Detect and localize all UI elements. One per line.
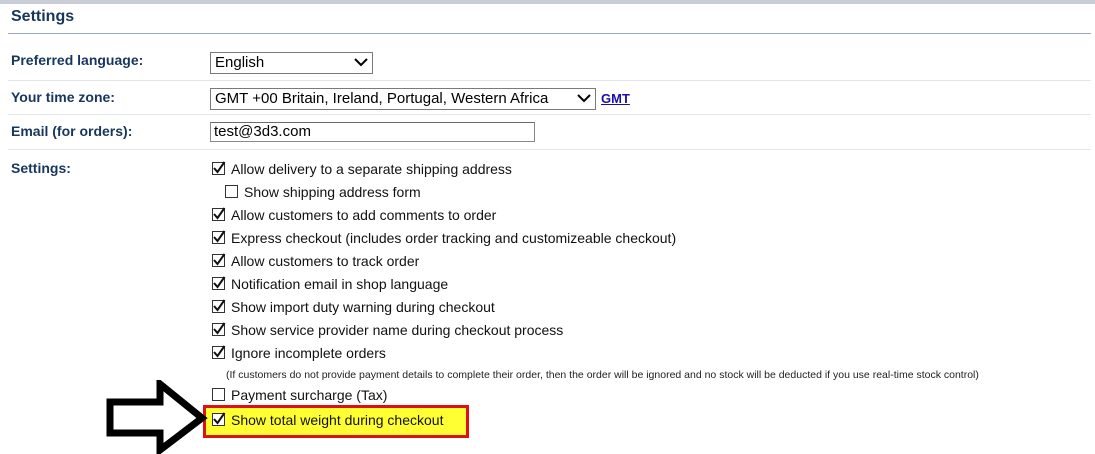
language-value: English — [215, 54, 265, 71]
checkmark-icon — [213, 299, 226, 312]
row-divider — [8, 149, 1091, 150]
chevron-down-icon — [577, 94, 591, 103]
right-arrow-icon — [106, 380, 208, 454]
checkbox[interactable] — [212, 388, 225, 401]
setting-option-label: Show shipping address form — [244, 184, 421, 200]
checkbox[interactable] — [212, 412, 226, 426]
title-divider — [8, 33, 1091, 34]
email-label: Email (for orders): — [11, 123, 133, 139]
checkmark-icon — [213, 345, 226, 358]
checkmark-icon — [213, 276, 226, 289]
email-field[interactable]: test@3d3.com — [210, 122, 535, 142]
setting-option-label: Allow customers to track order — [231, 253, 420, 269]
settings-label: Settings: — [11, 160, 71, 176]
timezone-label: Your time zone: — [11, 89, 115, 105]
chevron-down-icon — [354, 58, 368, 67]
checkbox[interactable] — [212, 207, 226, 221]
checkmark-icon — [213, 412, 226, 425]
setting-option-label: Ignore incomplete orders — [231, 345, 386, 361]
checkmark-icon — [213, 253, 226, 266]
timezone-value: GMT +00 Britain, Ireland, Portugal, West… — [215, 90, 549, 107]
setting-option-label: Show total weight during checkout — [231, 412, 444, 428]
email-value: test@3d3.com — [214, 123, 311, 140]
checkbox[interactable] — [212, 253, 226, 267]
checkbox[interactable] — [212, 276, 226, 290]
page-title: Settings — [11, 8, 75, 25]
row-divider — [8, 114, 1091, 115]
checkbox[interactable] — [212, 299, 226, 313]
language-select[interactable]: English — [210, 52, 373, 74]
language-label: Preferred language: — [11, 52, 144, 68]
setting-option-label: Allow delivery to a separate shipping ad… — [231, 161, 512, 177]
setting-option-label: Allow customers to add comments to order — [231, 207, 497, 223]
checkbox[interactable] — [212, 322, 226, 336]
top-border — [0, 0, 1095, 4]
gmt-link[interactable]: GMT — [601, 91, 630, 106]
checkbox[interactable] — [212, 345, 226, 359]
timezone-select[interactable]: GMT +00 Britain, Ireland, Portugal, West… — [210, 88, 596, 110]
checkbox[interactable] — [212, 230, 226, 244]
setting-option-label: Notification email in shop language — [231, 276, 449, 292]
checkmark-icon — [213, 161, 226, 174]
checkmark-icon — [213, 230, 226, 243]
checkmark-icon — [213, 322, 226, 335]
row-divider — [8, 80, 1091, 81]
checkbox[interactable] — [225, 185, 238, 198]
setting-option-label: Show import duty warning during checkout — [231, 299, 495, 315]
ignore-orders-note: (If customers do not provide payment det… — [226, 369, 979, 381]
checkmark-icon — [213, 207, 226, 220]
checkbox[interactable] — [212, 161, 226, 175]
setting-option-label: Show service provider name during checko… — [231, 322, 564, 338]
setting-option-label: Payment surcharge (Tax) — [231, 387, 388, 403]
setting-option-label: Express checkout (includes order trackin… — [231, 230, 677, 246]
